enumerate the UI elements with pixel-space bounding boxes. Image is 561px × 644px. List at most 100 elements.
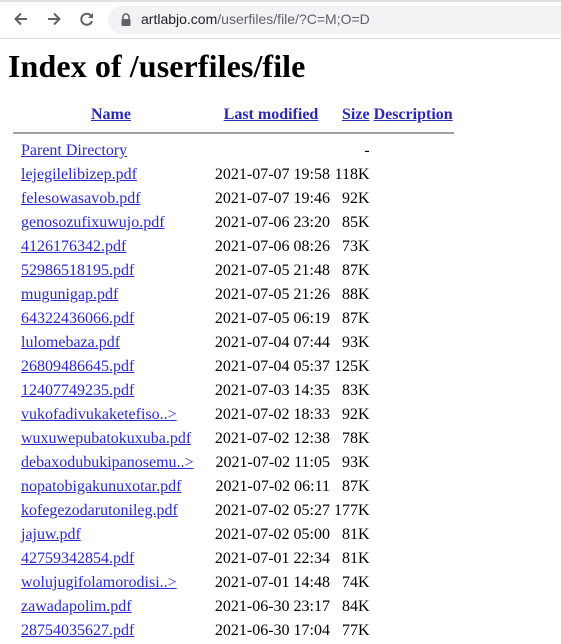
file-link[interactable]: 52986518195.pdf (21, 262, 134, 279)
file-link[interactable]: lulomebaza.pdf (21, 334, 120, 351)
file-description (373, 476, 454, 498)
file-description (373, 212, 454, 234)
file-link[interactable]: lejegilelibizep.pdf (21, 166, 137, 183)
table-header-row: Name Last modified Size Description (10, 104, 454, 126)
file-link[interactable]: 28754035627.pdf (21, 622, 134, 639)
file-size: 74K (342, 574, 370, 591)
file-link[interactable]: wolujugifolamorodisi..> (21, 574, 177, 591)
file-modified: 2021-07-02 18:33 (214, 406, 330, 423)
file-modified: 2021-07-01 22:34 (214, 550, 330, 567)
file-row: nopatobigakunuxotar.pdf 2021-07-02 06:11 8… (10, 476, 454, 498)
file-modified: 2021-07-01 14:48 (214, 574, 330, 591)
file-modified: 2021-07-05 06:19 (214, 310, 330, 327)
file-size: 93K (342, 334, 370, 351)
file-description (373, 380, 454, 402)
reload-icon (80, 12, 93, 26)
file-row: 4126176342.pdf 2021-07-06 08:26 73K (10, 236, 454, 258)
file-link[interactable]: 64322436066.pdf (21, 310, 134, 327)
file-row: 28754035627.pdf 2021-06-30 17:04 77K (10, 620, 454, 642)
file-size: 87K (342, 478, 370, 495)
file-modified: 2021-07-02 11:05 (215, 454, 330, 471)
file-modified: 2021-07-07 19:46 (214, 190, 330, 207)
file-size: 92K (342, 406, 370, 423)
page-title: Index of /userfiles/file (8, 48, 306, 84)
file-modified: 2021-07-02 05:27 (214, 502, 330, 519)
file-modified: 2021-07-06 23:20 (214, 214, 330, 231)
file-link[interactable]: zawadapolim.pdf (21, 598, 132, 615)
file-size: 87K (342, 262, 370, 279)
file-link[interactable]: wuxuwepubatokuxuba.pdf (21, 430, 191, 447)
url-domain: artlabjo.com (141, 11, 218, 27)
file-link[interactable]: 12407749235.pdf (21, 382, 134, 399)
address-bar[interactable]: artlabjo.com/userfiles/file/?C=M;O=D (108, 6, 561, 34)
file-link[interactable]: debaxodubukipanosemu..> (21, 454, 194, 471)
file-link[interactable]: kofegezodarutonileg.pdf (21, 502, 178, 519)
file-row: 64322436066.pdf 2021-07-05 06:19 87K (10, 308, 454, 330)
file-row: debaxodubukipanosemu..> 2021-07-02 11:05 9… (10, 452, 454, 474)
file-link[interactable]: felesowasavob.pdf (21, 190, 141, 207)
file-size: 88K (342, 286, 370, 303)
url-text[interactable]: artlabjo.com/userfiles/file/?C=M;O=D (141, 11, 370, 27)
file-description (373, 596, 454, 618)
file-size: 83K (342, 382, 370, 399)
file-row: wolujugifolamorodisi..> 2021-07-01 14:48 7… (10, 572, 454, 594)
file-description (373, 524, 454, 546)
file-description (373, 548, 454, 570)
file-modified: 2021-07-02 05:00 (214, 526, 330, 543)
file-row: zawadapolim.pdf 2021-06-30 23:17 84K (10, 596, 454, 618)
file-row: mugunigap.pdf 2021-07-05 21:26 88K (10, 284, 454, 306)
back-button[interactable] (11, 9, 31, 29)
parent-directory-link[interactable]: Parent Directory (21, 142, 127, 159)
file-size: 84K (342, 598, 370, 615)
reload-button[interactable] (77, 9, 97, 29)
file-modified: 2021-07-06 08:26 (214, 238, 330, 255)
file-row: lulomebaza.pdf 2021-07-04 07:44 93K (10, 332, 454, 354)
sort-by-name-link[interactable]: Name (91, 106, 131, 123)
file-modified: 2021-07-05 21:26 (214, 286, 330, 303)
file-size: 118K (334, 166, 370, 183)
file-size: 87K (342, 310, 370, 327)
sort-by-last-modified-link[interactable]: Last modified (224, 106, 319, 123)
last-modified-column-header: Last modified (204, 104, 331, 126)
forward-button[interactable] (44, 9, 64, 29)
file-size: 77K (342, 622, 370, 639)
file-size: 85K (342, 214, 370, 231)
file-link[interactable]: vukofadivukaketefiso..> (21, 406, 177, 423)
file-description (373, 404, 454, 426)
file-description (373, 620, 454, 642)
file-row: lejegilelibizep.pdf 2021-07-07 19:58 118K (10, 164, 454, 186)
file-size: 78K (342, 430, 370, 447)
file-row: jajuw.pdf 2021-07-02 05:00 81K (10, 524, 454, 546)
file-size: 73K (342, 238, 370, 255)
file-modified: 2021-06-30 17:04 (214, 622, 330, 639)
file-row: kofegezodarutonileg.pdf 2021-07-02 05:27 1… (10, 500, 454, 522)
file-link[interactable]: mugunigap.pdf (21, 286, 118, 303)
file-link[interactable]: 26809486645.pdf (21, 358, 134, 375)
parent-size: - (364, 142, 370, 159)
header-divider-row (10, 128, 454, 138)
sort-by-size-link[interactable]: Size (342, 106, 370, 123)
file-modified: 2021-06-30 23:17 (214, 598, 330, 615)
file-list: Parent Directory - lejegilelibizep.pdf 20… (10, 140, 454, 642)
file-size: 92K (342, 190, 370, 207)
arrow-right-icon (48, 12, 61, 26)
file-modified: 2021-07-04 07:44 (214, 334, 330, 351)
file-row: genosozufixuwujo.pdf 2021-07-06 23:20 85K (10, 212, 454, 234)
file-link[interactable]: nopatobigakunuxotar.pdf (21, 478, 181, 495)
file-modified: 2021-07-05 21:48 (214, 262, 330, 279)
file-description (373, 236, 454, 258)
file-modified: 2021-07-07 19:58 (214, 166, 330, 183)
file-link[interactable]: genosozufixuwujo.pdf (21, 214, 165, 231)
arrow-left-icon (14, 12, 27, 26)
file-row: vukofadivukaketefiso..> 2021-07-02 18:33 9… (10, 404, 454, 426)
size-column-header: Size (333, 104, 371, 126)
file-listing-table: Name Last modified Size Description Pare… (8, 102, 456, 644)
file-row: 26809486645.pdf 2021-07-04 05:37 125K (10, 356, 454, 378)
file-link[interactable]: 42759342854.pdf (21, 550, 134, 567)
file-row: felesowasavob.pdf 2021-07-07 19:46 92K (10, 188, 454, 210)
sort-by-description-link[interactable]: Description (374, 106, 453, 123)
file-modified: 2021-07-02 12:38 (214, 430, 330, 447)
file-row: 52986518195.pdf 2021-07-05 21:48 87K (10, 260, 454, 282)
file-link[interactable]: jajuw.pdf (21, 526, 81, 543)
file-link[interactable]: 4126176342.pdf (21, 238, 126, 255)
